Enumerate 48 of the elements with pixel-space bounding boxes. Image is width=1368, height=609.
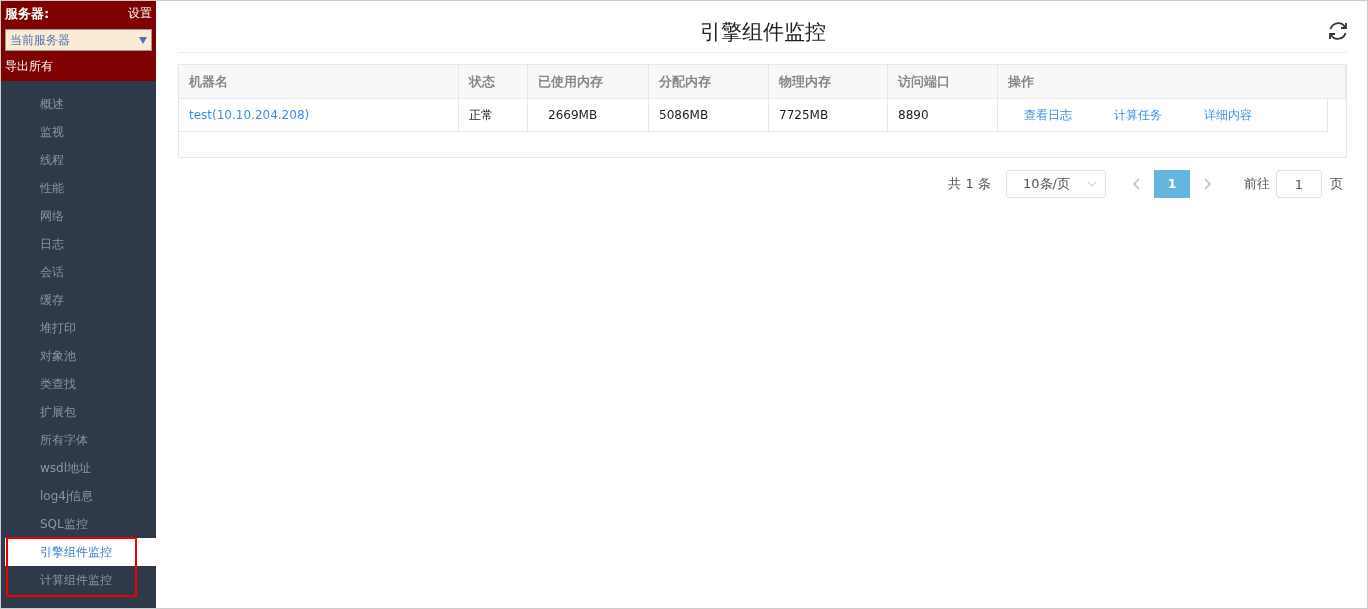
page-number[interactable]: 1 <box>1154 170 1190 198</box>
sidebar-item[interactable]: 概述 <box>5 90 156 118</box>
column-header: 操作 <box>998 65 1346 99</box>
machine-link[interactable]: test(10.10.204.208) <box>189 108 310 122</box>
sidebar-item[interactable]: 缓存 <box>5 286 156 314</box>
action-link[interactable]: 计算任务 <box>1114 99 1162 131</box>
sidebar-item[interactable]: 类查找 <box>5 370 156 398</box>
sidebar-item[interactable]: 堆打印 <box>5 314 156 342</box>
sidebar-item[interactable]: SQL监控 <box>5 510 156 538</box>
sidebar-item[interactable]: 扩展包 <box>5 398 156 426</box>
settings-link[interactable]: 设置 <box>128 5 152 23</box>
column-header: 机器名 <box>179 65 459 99</box>
table-cell: 8890 <box>888 99 998 132</box>
action-link[interactable]: 详细内容 <box>1204 99 1252 131</box>
dropdown-triangle-icon <box>139 36 147 44</box>
table-cell: 2669MB <box>528 99 649 132</box>
sidebar-item[interactable]: 日志 <box>5 230 156 258</box>
column-header: 分配内存 <box>649 65 769 99</box>
page-title: 引擎组件监控 <box>699 18 826 46</box>
table-cell: 5086MB <box>649 99 769 132</box>
refresh-icon[interactable] <box>1327 20 1349 42</box>
sidebar-item[interactable]: 监视 <box>5 118 156 146</box>
export-all-link[interactable]: 导出所有 <box>5 58 152 75</box>
total-count: 共 1 条 <box>948 175 991 193</box>
action-link[interactable]: 查看日志 <box>1024 99 1072 131</box>
sidebar-item[interactable]: 会话 <box>5 258 156 286</box>
goto-label: 前往 <box>1244 175 1270 193</box>
table-cell: 7725MB <box>769 99 888 132</box>
column-header: 访问端口 <box>888 65 998 99</box>
sidebar-item[interactable]: 所有字体 <box>5 426 156 454</box>
server-label: 服务器: <box>5 5 50 23</box>
sidebar-item[interactable]: 引擎组件监控 <box>5 538 156 566</box>
server-select[interactable]: 当前服务器 <box>5 29 152 51</box>
page-size-select[interactable]: 10条/页 <box>1006 170 1106 198</box>
sidebar-item[interactable]: 计算组件监控 <box>5 566 156 594</box>
sidebar-item[interactable]: 线程 <box>5 146 156 174</box>
column-header: 状态 <box>459 65 528 99</box>
page-suffix: 页 <box>1330 175 1343 193</box>
column-header: 已使用内存 <box>528 65 649 99</box>
sidebar-item[interactable]: 性能 <box>5 174 156 202</box>
sidebar-item[interactable]: log4j信息 <box>5 482 156 510</box>
goto-page-field[interactable]: 1 <box>1276 170 1322 198</box>
sidebar-item[interactable]: wsdl地址 <box>5 454 156 482</box>
table-cell: 正常 <box>459 99 528 132</box>
sidebar-item[interactable]: 网络 <box>5 202 156 230</box>
column-header: 物理内存 <box>769 65 888 99</box>
chevron-down-icon <box>1087 179 1097 189</box>
sidebar-item[interactable]: 对象池 <box>5 342 156 370</box>
